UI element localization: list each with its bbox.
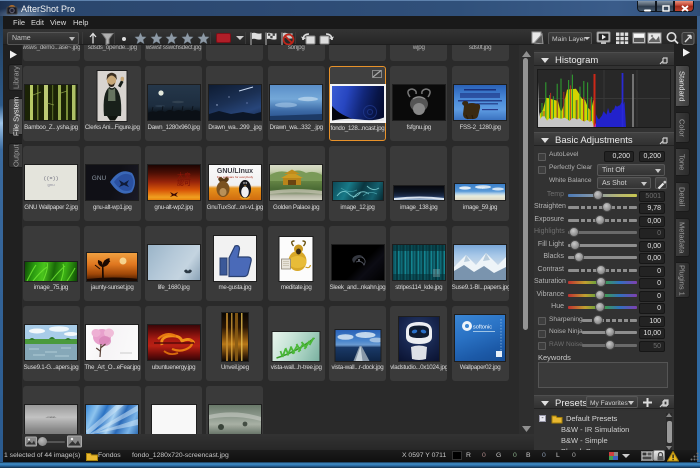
svg-text:認可: 認可 <box>177 178 191 187</box>
svg-text:GNU/LInux: GNU/LInux <box>217 168 253 175</box>
svg-text:((=)): ((=)) <box>43 176 58 182</box>
svg-text:gnu: gnu <box>47 184 55 188</box>
svg-text:大衆: 大衆 <box>177 171 191 180</box>
svg-text:~metal~: ~metal~ <box>46 415 57 419</box>
svg-text:softonic: softonic <box>473 325 492 331</box>
svg-text:GNU: GNU <box>92 175 107 182</box>
svg-text:alanya: alanya <box>477 187 485 190</box>
